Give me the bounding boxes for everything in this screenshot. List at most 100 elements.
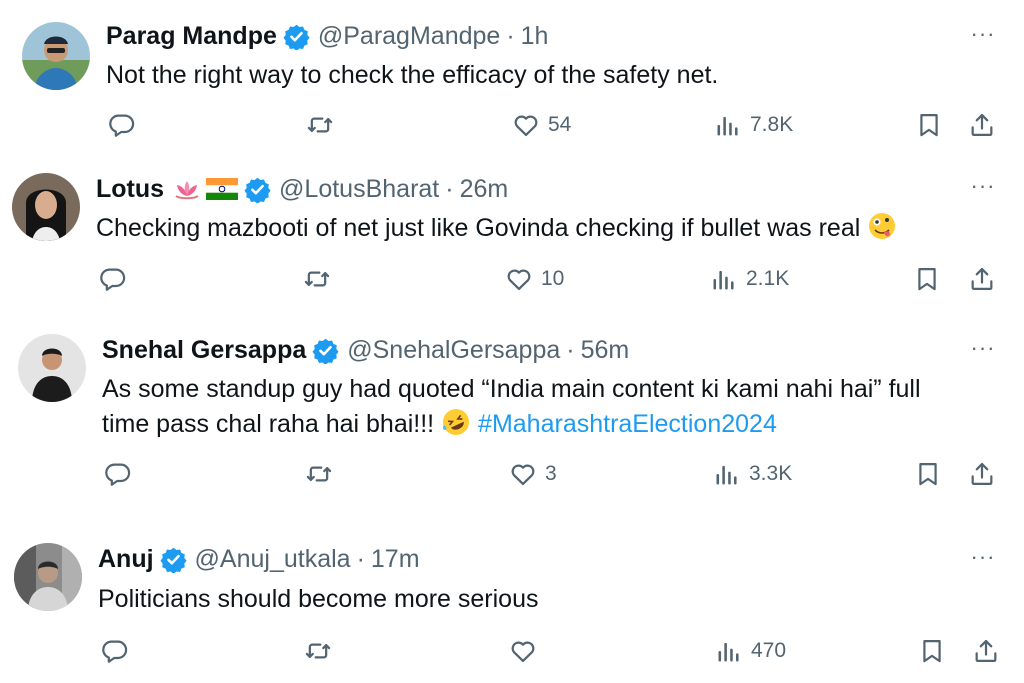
views-icon	[713, 460, 741, 488]
bookmark-icon	[915, 111, 943, 139]
separator: ·	[506, 22, 515, 50]
reply-button[interactable]	[101, 637, 129, 665]
avatar[interactable]	[18, 334, 86, 402]
display-name[interactable]: Lotus	[96, 174, 164, 204]
like-count: 3	[545, 462, 557, 485]
tweet-actions: 54 7.8K	[0, 111, 1024, 151]
share-icon	[972, 637, 1000, 665]
display-name[interactable]: Snehal Gersappa	[102, 335, 306, 365]
rofl-emoji-icon	[443, 409, 470, 435]
like-icon	[509, 460, 537, 488]
views-button[interactable]: 470	[715, 637, 786, 665]
avatar[interactable]	[22, 22, 90, 90]
views-count: 7.8K	[750, 113, 794, 136]
retweet-button[interactable]	[304, 637, 332, 665]
tweet-actions: 10 2.1K	[0, 265, 1024, 305]
tweet-header: Parag Mandpe @ParagMandpe · 1h	[106, 21, 548, 51]
views-button[interactable]: 2.1K	[710, 265, 789, 293]
retweet-icon	[304, 637, 332, 665]
tweet-header: Snehal Gersappa @SnehalGersappa · 56m	[102, 335, 629, 365]
user-handle[interactable]: @LotusBharat	[279, 174, 439, 204]
tweet-header: Anuj @Anuj_utkala · 17m	[98, 544, 420, 574]
tweet-actions: 3 3.3K	[0, 460, 1024, 500]
verified-badge-icon	[160, 546, 187, 573]
retweet-icon	[305, 460, 333, 488]
more-icon[interactable]: ···	[968, 337, 998, 370]
reply-icon	[104, 460, 132, 488]
tweet-text-body: time pass chal raha hai bhai!!!	[102, 410, 435, 438]
verified-badge-icon	[312, 337, 339, 364]
retweet-icon	[306, 111, 334, 139]
share-button[interactable]	[968, 265, 996, 293]
separator: ·	[356, 545, 365, 573]
display-name[interactable]: Anuj	[98, 544, 154, 574]
display-name[interactable]: Parag Mandpe	[106, 21, 277, 51]
timestamp[interactable]: 26m	[460, 174, 509, 204]
views-icon	[715, 637, 743, 665]
bookmark-button[interactable]	[915, 111, 943, 139]
views-count: 2.1K	[746, 267, 790, 290]
like-button[interactable]	[509, 637, 545, 665]
verified-badge-icon	[244, 176, 271, 203]
views-icon	[714, 111, 742, 139]
tweet-actions: 470	[0, 637, 1024, 677]
bookmark-button[interactable]	[913, 265, 941, 293]
user-handle[interactable]: @ParagMandpe	[318, 21, 500, 51]
more-icon[interactable]: ···	[968, 175, 998, 208]
timestamp[interactable]: 1h	[521, 21, 549, 51]
share-button[interactable]	[968, 111, 996, 139]
like-count: 54	[548, 113, 572, 136]
tweet-text: Politicians should become more serious	[98, 585, 539, 613]
reply-button[interactable]	[99, 265, 127, 293]
tweet-text: Checking mazbooti of net just like Govin…	[96, 211, 897, 246]
more-icon[interactable]: ···	[968, 23, 998, 56]
zany-face-emoji-icon	[869, 213, 896, 239]
like-button[interactable]: 10	[505, 265, 564, 293]
retweet-icon	[303, 265, 331, 293]
share-button[interactable]	[972, 637, 1000, 665]
timestamp[interactable]: 56m	[581, 335, 630, 365]
bookmark-icon	[918, 637, 946, 665]
reply-button[interactable]	[104, 460, 132, 488]
views-count: 470	[751, 639, 787, 662]
views-icon	[710, 265, 738, 293]
name-emojis	[172, 177, 239, 201]
lotus-emoji-icon	[175, 181, 199, 200]
retweet-button[interactable]	[303, 265, 331, 293]
verified-badge-icon	[283, 23, 310, 50]
bookmark-button[interactable]	[918, 637, 946, 665]
retweet-button[interactable]	[306, 111, 334, 139]
like-icon	[512, 111, 540, 139]
like-button[interactable]: 54	[512, 111, 571, 139]
share-button[interactable]	[968, 460, 996, 488]
more-icon[interactable]: ···	[968, 546, 998, 579]
views-button[interactable]: 7.8K	[714, 111, 793, 139]
tweet-text: Not the right way to check the efficacy …	[106, 61, 719, 89]
user-handle[interactable]: @SnehalGersappa	[347, 335, 560, 365]
timestamp[interactable]: 17m	[371, 544, 420, 574]
tweet-text-body: Checking mazbooti of net just like Govin…	[96, 214, 861, 242]
reply-button[interactable]	[108, 111, 136, 139]
like-icon	[509, 637, 537, 665]
reply-icon	[101, 637, 129, 665]
bookmark-button[interactable]	[914, 460, 942, 488]
views-count: 3.3K	[749, 462, 793, 485]
avatar[interactable]	[12, 173, 80, 241]
views-button[interactable]: 3.3K	[713, 460, 792, 488]
tweet-text-line: As some standup guy had quoted “India ma…	[102, 375, 921, 403]
reply-icon	[108, 111, 136, 139]
like-icon	[505, 265, 533, 293]
hashtag-link[interactable]: #MaharashtraElection2024	[478, 410, 777, 438]
bookmark-icon	[913, 265, 941, 293]
share-icon	[968, 111, 996, 139]
india-flag-icon	[206, 178, 239, 200]
bookmark-icon	[914, 460, 942, 488]
separator: ·	[445, 175, 454, 203]
avatar[interactable]	[14, 543, 82, 611]
retweet-button[interactable]	[305, 460, 333, 488]
share-icon	[968, 265, 996, 293]
like-count: 10	[541, 267, 565, 290]
like-button[interactable]: 3	[509, 460, 557, 488]
user-handle[interactable]: @Anuj_utkala	[195, 544, 351, 574]
separator: ·	[566, 336, 575, 364]
